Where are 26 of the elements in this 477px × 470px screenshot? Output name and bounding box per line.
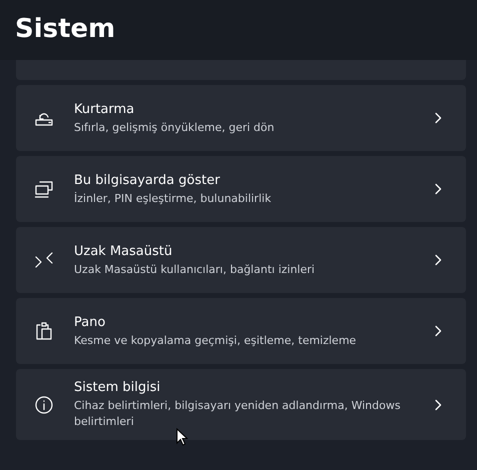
- page-title: Sistem: [15, 13, 116, 45]
- info-icon: [34, 394, 54, 414]
- card-description: Kesme ve kopyalama geçmişi, eşitleme, temizleme: [74, 332, 358, 348]
- card-description: Cihaz belirtimleri, bilgisayarı yeniden adlandırma, Windows belirtimleri: [74, 398, 402, 430]
- card-description: İzinler, PIN eşleştirme, bulunabilirlik: [74, 190, 272, 206]
- card-description: Uzak Masaüstü kullanıcıları, bağlantı izinleri: [74, 262, 316, 278]
- card-title: Bu bilgisayarda göster: [74, 172, 221, 188]
- chevron-right-icon: [434, 325, 442, 337]
- card-title: Uzak Masaüstü: [74, 242, 174, 260]
- card-title: Pano: [74, 314, 106, 330]
- chevron-right-icon: [434, 112, 442, 124]
- monitors-icon: [34, 179, 54, 199]
- clipboard-icon: [34, 321, 54, 341]
- mouse-cursor-icon: [176, 428, 188, 446]
- chevron-right-icon: [434, 183, 442, 195]
- card-description: Sıfırla, gelişmiş önyükleme, geri dön: [74, 120, 276, 136]
- card-title: Kurtarma: [74, 100, 136, 118]
- chevron-right-icon: [434, 254, 442, 266]
- settings-card[interactable]: Kurtarma Sıfırla, gelişmiş önyükleme, geri dön: [16, 85, 466, 151]
- settings-card[interactable]: Sistem bilgisi Cihaz belirtimleri, bilgisayarı yeniden adlandırma, Windows belirtimleri: [16, 369, 466, 440]
- settings-card[interactable]: Bu bilgisayarda göster İzinler, PIN eşleştirme, bulunabilirlik: [16, 156, 466, 222]
- settings-card[interactable]: Pano Kesme ve kopyalama geçmişi, eşitleme, temizleme: [16, 298, 466, 364]
- settings-card[interactable]: Uzak Masaüstü Uzak Masaüstü kullanıcıları, bağlantı izinleri: [16, 227, 466, 293]
- card-title: Sistem bilgisi: [74, 379, 162, 396]
- chevron-right-icon: [434, 398, 442, 410]
- remote-arrows-icon: [34, 250, 54, 270]
